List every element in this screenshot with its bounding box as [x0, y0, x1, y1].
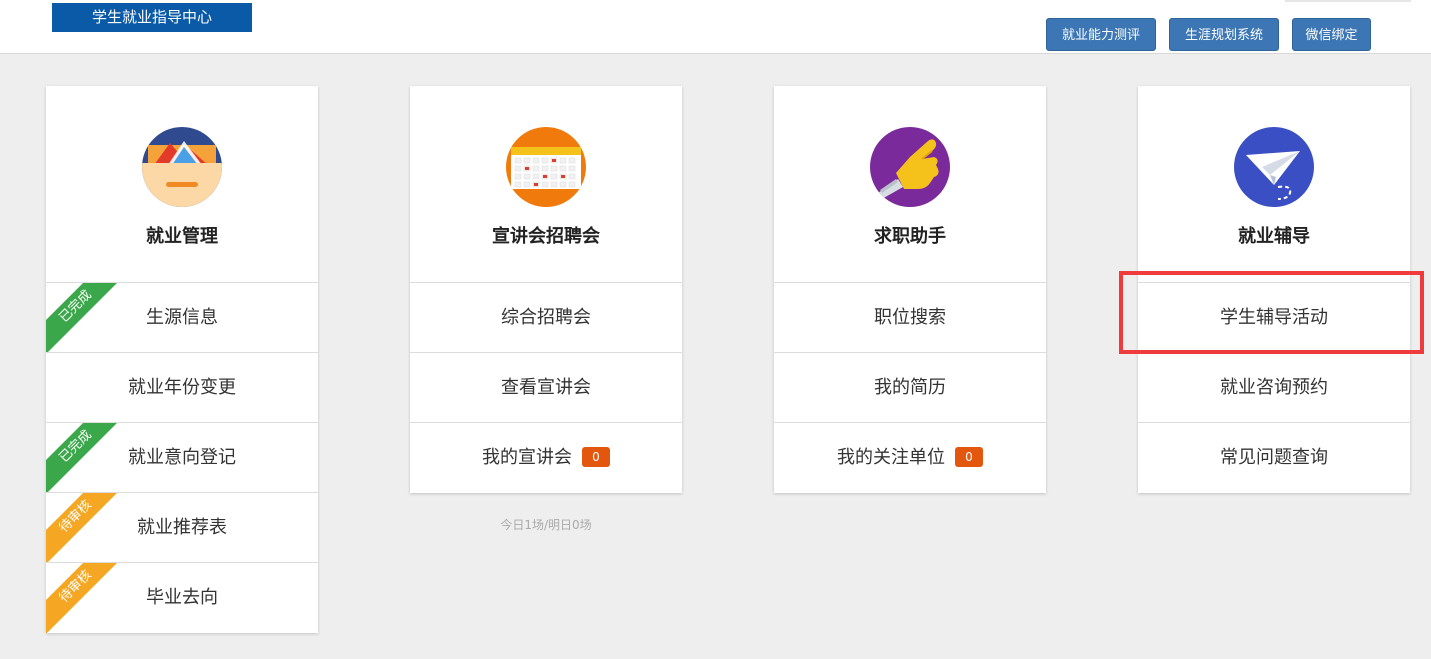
card-job-assistant: 求职助手 职位搜索 我的简历 我的关注单位 0 — [774, 86, 1046, 493]
list-item-label: 就业意向登记 — [128, 447, 236, 468]
list-item-label: 就业推荐表 — [137, 517, 227, 538]
list-item-label: 就业咨询预约 — [1220, 377, 1328, 398]
list-item-source-info[interactable]: 已完成 生源信息 — [46, 283, 318, 353]
list-item-consultation-booking[interactable]: 就业咨询预约 — [1138, 353, 1410, 423]
paper-plane-icon — [1234, 127, 1314, 207]
card-title: 就业辅导 — [1238, 226, 1310, 247]
status-ribbon-pending: 待审核 — [46, 563, 129, 633]
list-item-label: 查看宣讲会 — [501, 377, 591, 398]
list-item-label: 就业年份变更 — [128, 377, 236, 398]
list-item-job-search[interactable]: 职位搜索 — [774, 283, 1046, 353]
card-title: 就业管理 — [146, 226, 218, 247]
card-employment-management: 就业管理 已完成 生源信息 就业年份变更 已完成 就业意向登记 待审核 就业推荐… — [46, 86, 318, 633]
card-title: 宣讲会招聘会 — [492, 226, 600, 247]
list-item-label: 我的关注单位 — [837, 447, 945, 468]
list-item-recommendation-form[interactable]: 待审核 就业推荐表 — [46, 493, 318, 563]
list-item-my-resume[interactable]: 我的简历 — [774, 353, 1046, 423]
site-logo[interactable]: 学生就业指导中心 — [52, 3, 252, 32]
count-badge: 0 — [582, 447, 610, 467]
wechat-bind-button[interactable]: 微信绑定 — [1292, 18, 1371, 51]
card-employment-guidance: 就业辅导 学生辅导活动 就业咨询预约 常见问题查询 — [1138, 86, 1410, 493]
card-title: 求职助手 — [874, 226, 946, 247]
career-planning-button[interactable]: 生涯规划系统 — [1169, 18, 1279, 51]
list-item-student-guidance-activities[interactable]: 学生辅导活动 — [1138, 283, 1410, 353]
list-item-label: 生源信息 — [146, 307, 218, 328]
list-item-label: 综合招聘会 — [501, 307, 591, 328]
list-item-label: 学生辅导活动 — [1220, 307, 1328, 328]
list-item-label: 常见问题查询 — [1220, 447, 1328, 468]
pointing-hand-icon — [870, 127, 950, 207]
top-header: 学生就业指导中心 就业能力测评 生涯规划系统 微信绑定 — [0, 0, 1431, 54]
folder-mountain-icon — [142, 127, 222, 207]
list-item-job-fair[interactable]: 综合招聘会 — [410, 283, 682, 353]
card-header: 就业辅导 — [1138, 86, 1410, 283]
status-ribbon-completed: 已完成 — [46, 423, 129, 492]
session-count-note: 今日1场/明日0场 — [500, 518, 592, 532]
ability-assessment-button[interactable]: 就业能力测评 — [1046, 18, 1156, 51]
card-career-fairs: 宣讲会招聘会 综合招聘会 查看宣讲会 我的宣讲会 0 — [410, 86, 682, 493]
card-header: 求职助手 — [774, 86, 1046, 283]
list-item-view-sessions[interactable]: 查看宣讲会 — [410, 353, 682, 423]
count-badge: 0 — [955, 447, 983, 467]
list-item-label: 我的简历 — [874, 377, 946, 398]
header-edge-decoration — [1285, 0, 1411, 2]
list-item-intention-register[interactable]: 已完成 就业意向登记 — [46, 423, 318, 493]
calendar-icon — [506, 127, 586, 207]
list-item-faq[interactable]: 常见问题查询 — [1138, 423, 1410, 493]
list-item-my-sessions[interactable]: 我的宣讲会 0 — [410, 423, 682, 493]
card-header: 就业管理 — [46, 86, 318, 283]
status-ribbon-pending: 待审核 — [46, 493, 129, 562]
list-item-label: 毕业去向 — [146, 587, 218, 608]
list-item-graduation-destination[interactable]: 待审核 毕业去向 — [46, 563, 318, 633]
card-header: 宣讲会招聘会 — [410, 86, 682, 283]
status-ribbon-completed: 已完成 — [46, 283, 129, 352]
list-item-label: 我的宣讲会 — [482, 447, 572, 468]
list-item-label: 职位搜索 — [874, 307, 946, 328]
list-item-year-change[interactable]: 就业年份变更 — [46, 353, 318, 423]
list-item-followed-companies[interactable]: 我的关注单位 0 — [774, 423, 1046, 493]
